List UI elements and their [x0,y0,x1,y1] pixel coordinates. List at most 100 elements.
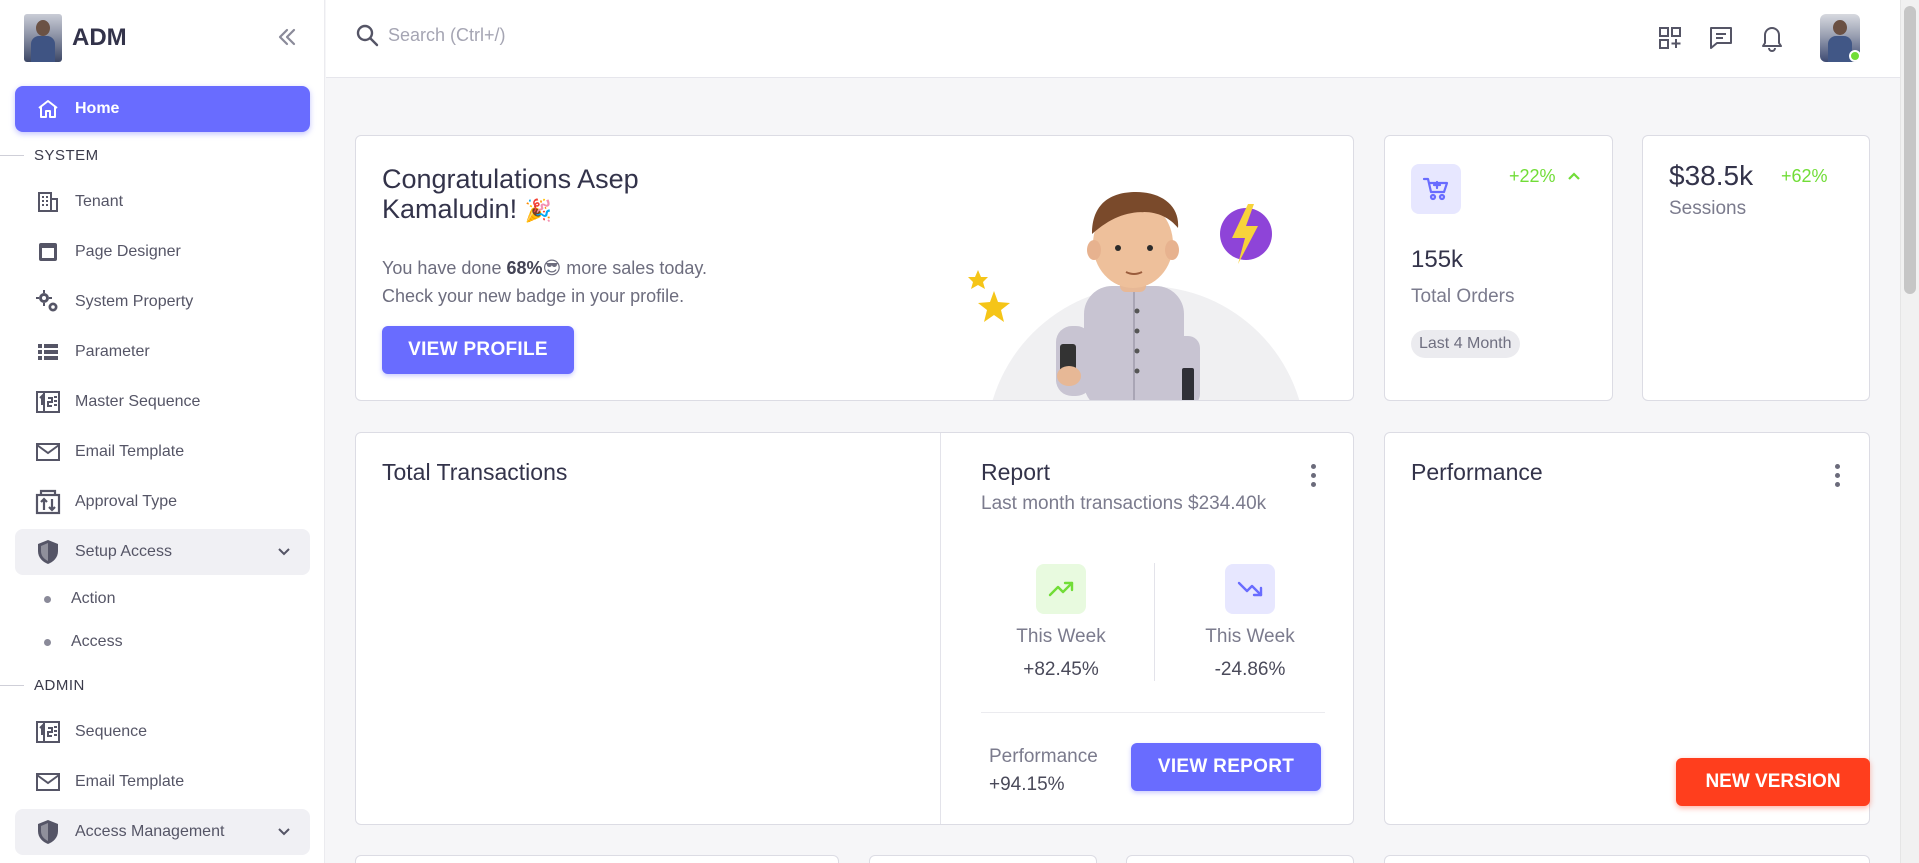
chevron-up-icon [1567,171,1580,180]
section-admin: ADMIN [0,675,320,695]
brand[interactable]: ADM [24,14,127,62]
bullet-icon [44,595,51,603]
page-scrollbar[interactable] [1900,0,1919,863]
sidebar-item-sequence[interactable]: Sequence [15,709,310,755]
sidebar-item-label: Page Designer [75,243,181,260]
card-partial [1126,855,1354,863]
scrollbar-thumb[interactable] [1904,6,1916,294]
bell-icon[interactable] [1756,22,1788,54]
this-week-up-label: This Week [1016,626,1106,647]
chevron-down-icon [278,828,290,836]
card-divider [940,433,941,824]
double-chevron-left-icon [278,28,296,46]
sidebar-subitem-action[interactable]: Action [44,586,115,612]
brand-name: ADM [72,24,127,51]
view-profile-button[interactable]: VIEW PROFILE [382,326,574,374]
sidebar-item-label: Master Sequence [75,393,201,410]
stat-divider [1154,563,1155,681]
new-version-button[interactable]: NEW VERSION [1676,758,1870,806]
sidebar: ADM Home SYSTEM Tenant Page Designer Sys… [0,0,325,863]
sessions-value: $38.5k [1669,160,1754,191]
orders-label: Total Orders [1411,286,1515,307]
sidebar-item-home[interactable]: Home [15,86,310,132]
layout-icon [35,239,61,265]
search-input[interactable] [388,24,688,46]
mail-icon [35,439,61,465]
section-system: SYSTEM [0,145,320,165]
orders-value: 155k [1411,246,1464,273]
search-box[interactable] [354,22,688,48]
collapse-sidebar-button[interactable] [272,22,302,52]
sessions-change: +62% [1781,166,1828,186]
sidebar-item-label: Setup Access [75,543,172,560]
sidebar-item-label: Access Management [75,823,225,840]
sidebar-subitem-access[interactable]: Access [44,629,123,655]
performance-label: Performance [989,746,1098,767]
chevron-down-icon [278,548,290,556]
card-partial [869,855,1097,863]
sidebar-item-access-management[interactable]: Access Management [15,809,310,855]
shield-icon [35,819,61,845]
this-week-down-label: This Week [1205,626,1295,647]
sidebar-item-label: Sequence [75,723,148,740]
performance-value: +94.15% [989,774,1065,795]
cool-face-icon: 😎 [542,258,562,278]
sidebar-item-label: Tenant [75,193,124,210]
sidebar-item-master-sequence[interactable]: Master Sequence [15,379,310,425]
sessions-card: $38.5k +62% Sessions [1642,135,1870,401]
total-transactions-title: Total Transactions [382,459,568,485]
card-partial [1384,855,1870,863]
home-icon [35,96,61,122]
list-icon [35,339,61,365]
report-subtitle: Last month transactions $234.40k [981,493,1267,514]
orders-change: +22% [1509,166,1582,187]
gears-icon [35,289,61,315]
apps-add-icon[interactable] [1654,22,1686,54]
numbered-icon [35,719,61,745]
online-status-dot [1849,50,1861,62]
brand-logo-avatar [24,14,62,62]
performance-title: Performance [1411,459,1543,485]
character-illustration [968,192,1300,400]
period-chip: Last 4 Month [1411,330,1520,358]
cart-add-icon [1411,164,1461,214]
report-title: Report [981,459,1051,485]
transactions-report-card: Total Transactions Report Last month tra… [355,432,1354,825]
sidebar-item-parameter[interactable]: Parameter [15,329,310,375]
trending-down-icon [1225,564,1275,614]
welcome-title: Congratulations Asep Kamaludin! 🎉 [382,164,639,224]
view-report-button[interactable]: VIEW REPORT [1131,743,1321,791]
search-icon [356,24,379,47]
sidebar-item-email-template[interactable]: Email Template [15,429,310,475]
trending-up-icon [1036,564,1086,614]
welcome-card: Congratulations Asep Kamaludin! 🎉 You ha… [355,135,1354,401]
more-vertical-icon[interactable] [1303,460,1323,490]
sidebar-item-page-designer[interactable]: Page Designer [15,229,310,275]
bullet-icon [44,638,51,646]
sidebar-item-label: Email Template [75,443,185,460]
chat-icon[interactable] [1705,22,1737,54]
numbered-icon [35,389,61,415]
sort-icon [35,489,61,515]
welcome-message: You have done 68%😎 more sales today. Che… [382,258,708,306]
sidebar-item-email-template-admin[interactable]: Email Template [15,759,310,805]
mail-icon [35,769,61,795]
card-partial [355,855,839,863]
building-icon [35,189,61,215]
sidebar-item-label: Parameter [75,343,150,360]
sidebar-item-label: Email Template [75,773,185,790]
topbar [326,0,1900,78]
more-vertical-icon[interactable] [1827,460,1847,490]
sidebar-item-label: Home [75,100,120,117]
this-week-down-value: -24.86% [1214,659,1286,680]
sidebar-item-system-property[interactable]: System Property [15,279,310,325]
sidebar-item-approval-type[interactable]: Approval Type [15,479,310,525]
sidebar-item-label: Approval Type [75,493,177,510]
total-orders-card: +22% 155k Total Orders Last 4 Month [1384,135,1613,401]
sidebar-item-tenant[interactable]: Tenant [15,179,310,225]
sidebar-item-setup-access[interactable]: Setup Access [15,529,310,575]
shield-icon [35,539,61,565]
sidebar-item-label: System Property [75,293,194,310]
sidebar-subitem-label: Access [71,633,123,650]
report-divider [981,712,1325,713]
